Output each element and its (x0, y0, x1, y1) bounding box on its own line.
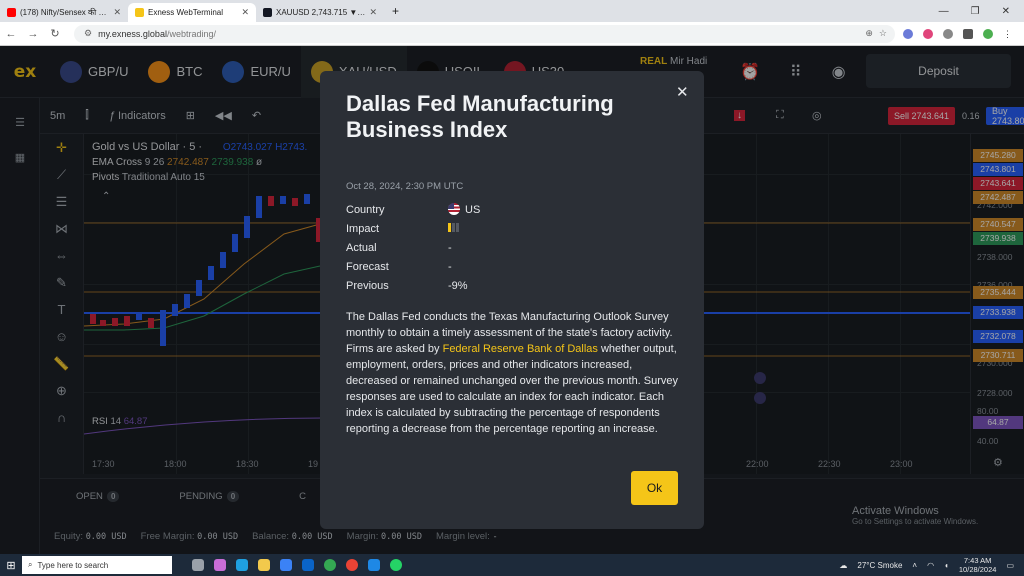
menu-dots-icon[interactable]: ⋮ (1003, 29, 1012, 39)
url-field[interactable]: ⚙ my.exness.global/webtrading/ ⊕ ☆ (74, 24, 895, 43)
extension-icon[interactable] (943, 28, 953, 39)
event-datetime: Oct 28, 2024, 2:30 PM UTC (346, 181, 464, 192)
notifications-icon[interactable]: ▭ (1006, 561, 1014, 570)
shield-extension-icon[interactable] (903, 28, 913, 39)
forward-icon[interactable]: → (22, 28, 44, 40)
extension-icon[interactable] (923, 28, 933, 39)
federal-reserve-link[interactable]: Federal Reserve Bank of Dallas (443, 343, 598, 355)
search-placeholder: Type here to search (37, 560, 109, 570)
weather-icon[interactable]: ☁ (839, 561, 847, 570)
clock-time: 7:43 AM (963, 556, 992, 565)
impact-bars-icon (448, 220, 460, 239)
volume-icon[interactable]: ◖ (944, 561, 949, 570)
youtube-icon (7, 8, 16, 17)
dialog-title: Dallas Fed Manufacturing Business Index (346, 91, 614, 142)
us-flag-icon (448, 203, 460, 215)
weather-text[interactable]: 27°C Smoke (857, 561, 902, 570)
exness-icon (135, 8, 144, 17)
file-explorer-icon[interactable] (258, 559, 270, 571)
previous-label: Previous (346, 280, 389, 292)
browser-tab-strip: (178) Nifty/Sensex की Weekly I ✕ Exness … (0, 0, 1024, 22)
address-bar: ← → ↻ ⚙ my.exness.global/webtrading/ ⊕ ☆… (0, 22, 1024, 46)
browser-tab-youtube[interactable]: (178) Nifty/Sensex की Weekly I ✕ (0, 3, 128, 22)
impact-label: Impact (346, 223, 380, 235)
whatsapp-icon[interactable] (390, 559, 402, 571)
url-path: /webtrading/ (166, 28, 216, 39)
previous-value: -9% (448, 280, 468, 292)
browser-tab-tradingview[interactable]: XAUUSD 2,743.715 ▼ −0.13% | ✕ (256, 3, 384, 22)
forecast-label: Forecast (346, 261, 389, 273)
tray-chevron-icon[interactable]: ˄ (912, 561, 917, 570)
outlook-icon[interactable] (302, 559, 314, 571)
app-icon[interactable] (368, 559, 380, 571)
taskbar-search[interactable]: ⌕ Type here to search (22, 556, 172, 574)
zoom-icon[interactable]: ⊕ (865, 28, 873, 39)
task-view-icon[interactable] (192, 559, 204, 571)
description-text: whether output, employment, orders, pric… (346, 343, 679, 435)
forecast-value: - (448, 261, 452, 273)
search-icon: ⌕ (28, 560, 33, 569)
close-icon[interactable]: ✕ (369, 7, 377, 18)
system-tray: ☁ 27°C Smoke ˄ ◠ ◖ 7:43 AM 10/28/2024 ▭ (839, 556, 1024, 574)
chrome-icon[interactable] (324, 559, 336, 571)
close-icon[interactable]: ✕ (676, 83, 689, 101)
site-info-icon[interactable]: ⚙ (84, 28, 92, 39)
minimize-icon[interactable]: — (939, 6, 949, 17)
close-window-icon[interactable]: ✕ (1002, 6, 1010, 17)
country-value: US (465, 204, 481, 216)
wifi-icon[interactable]: ◠ (927, 561, 934, 570)
taskbar-apps (192, 559, 402, 571)
url-host: my.exness.global (98, 28, 167, 39)
tab-title: XAUUSD 2,743.715 ▼ −0.13% | (276, 8, 365, 17)
store-icon[interactable] (280, 559, 292, 571)
puzzle-icon[interactable] (963, 28, 973, 39)
copilot-icon[interactable] (214, 559, 226, 571)
tab-title: (178) Nifty/Sensex की Weekly I (20, 8, 109, 17)
actual-value: - (448, 242, 452, 254)
windows-taskbar: ⊞ ⌕ Type here to search ☁ 27°C Smoke ˄ ◠… (0, 554, 1024, 576)
close-icon[interactable]: ✕ (113, 7, 121, 18)
event-details-list: Country US Impact Actual - Forecast - Previ… (346, 201, 480, 296)
country-label: Country (346, 204, 385, 216)
event-details-dialog: Dallas Fed Manufacturing Business Index … (320, 71, 704, 529)
tradingview-icon (263, 8, 272, 17)
actual-label: Actual (346, 242, 377, 254)
window-controls: — ❐ ✕ (939, 0, 1024, 22)
clock-date: 10/28/2024 (958, 565, 997, 574)
new-tab-button[interactable]: + (384, 4, 407, 22)
reload-icon[interactable]: ↻ (44, 27, 66, 40)
profile-avatar[interactable] (983, 28, 993, 39)
extensions-area: ⋮ (903, 28, 1024, 39)
bookmark-star-icon[interactable]: ☆ (879, 28, 895, 39)
restore-icon[interactable]: ❐ (971, 6, 980, 17)
event-description: The Dallas Fed conducts the Texas Manufa… (346, 309, 682, 437)
taskbar-clock[interactable]: 7:43 AM 10/28/2024 (959, 556, 997, 574)
ok-button[interactable]: Ok (631, 471, 678, 505)
close-icon[interactable]: ✕ (241, 7, 249, 18)
browser-tab-exness[interactable]: Exness WebTerminal ✕ (128, 3, 256, 22)
edge-icon[interactable] (236, 559, 248, 571)
chrome-profile-icon[interactable] (346, 559, 358, 571)
back-icon[interactable]: ← (0, 28, 22, 40)
tab-title: Exness WebTerminal (148, 8, 223, 17)
windows-start-icon[interactable]: ⊞ (0, 559, 22, 572)
